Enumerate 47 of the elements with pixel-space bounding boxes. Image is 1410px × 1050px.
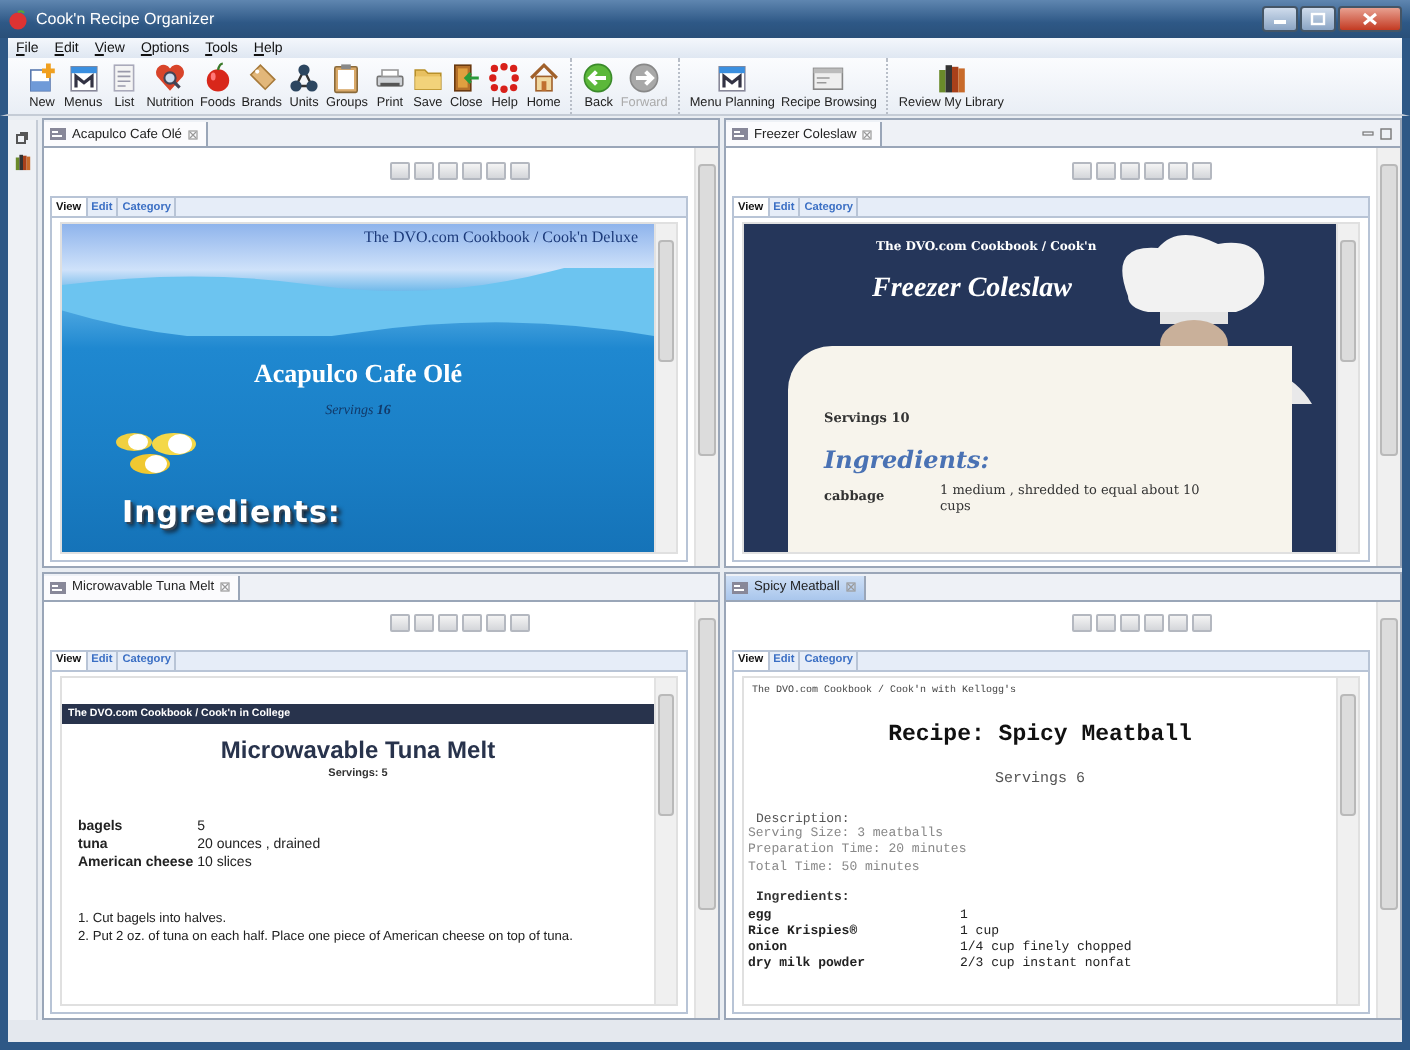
ingredients-heading: Ingredients: bbox=[824, 446, 992, 474]
recipe-icon bbox=[732, 128, 748, 140]
close-icon bbox=[1362, 12, 1378, 26]
close-icon[interactable] bbox=[845, 582, 856, 592]
heart-icon bbox=[154, 62, 187, 94]
window-icon bbox=[812, 62, 845, 94]
recipe-icon bbox=[50, 581, 66, 593]
scroll-bar[interactable] bbox=[654, 224, 676, 551]
clipboard-icon bbox=[330, 62, 363, 94]
minimize-icon[interactable] bbox=[1362, 128, 1374, 140]
scroll-bar[interactable] bbox=[694, 148, 718, 565]
recipe-title: Freezer Coleslaw bbox=[870, 272, 1074, 306]
scroll-bar[interactable] bbox=[1376, 601, 1400, 1018]
maximize-icon bbox=[1310, 12, 1326, 26]
scroll-bar[interactable] bbox=[1376, 148, 1400, 565]
app-icon bbox=[8, 9, 28, 29]
scroll-bar[interactable] bbox=[1336, 224, 1358, 551]
scroll-bar[interactable] bbox=[694, 601, 718, 1018]
maximize-button[interactable] bbox=[1300, 6, 1336, 32]
books-icon bbox=[935, 62, 968, 94]
cookbook-source: The DVO.com Cookbook / Cook'n Deluxe bbox=[364, 226, 640, 246]
window-title: Cook'n Recipe Organizer bbox=[36, 10, 217, 28]
recipe-title: Acapulco Cafe Olé bbox=[254, 358, 462, 390]
scroll-bar[interactable] bbox=[1336, 677, 1358, 1004]
close-icon[interactable] bbox=[220, 582, 231, 592]
recipe-title: Microwavable Tuna Melt bbox=[218, 735, 498, 763]
close-icon[interactable] bbox=[862, 129, 873, 139]
apple-icon bbox=[201, 62, 234, 94]
books-icon[interactable] bbox=[13, 152, 31, 172]
minimize-button[interactable] bbox=[1262, 6, 1298, 32]
restore-icon bbox=[16, 132, 28, 144]
close-icon[interactable] bbox=[187, 129, 198, 139]
recipe-icon bbox=[732, 581, 748, 593]
dots-icon bbox=[488, 62, 521, 94]
calendar-icon bbox=[716, 62, 749, 94]
maximize-icon[interactable] bbox=[1380, 128, 1392, 140]
nodes-icon bbox=[288, 62, 320, 94]
scroll-bar[interactable] bbox=[654, 677, 676, 1004]
door-icon bbox=[450, 62, 483, 94]
calendar-icon bbox=[67, 62, 100, 94]
ingredients-heading: Ingredients: bbox=[122, 494, 341, 530]
close-button[interactable] bbox=[1338, 6, 1402, 32]
recipe-title: Recipe: Spicy Meatball bbox=[886, 721, 1194, 747]
new-document-icon bbox=[26, 62, 58, 94]
recipe-icon bbox=[50, 128, 66, 140]
house-icon bbox=[527, 62, 560, 94]
tag-icon bbox=[245, 62, 278, 94]
